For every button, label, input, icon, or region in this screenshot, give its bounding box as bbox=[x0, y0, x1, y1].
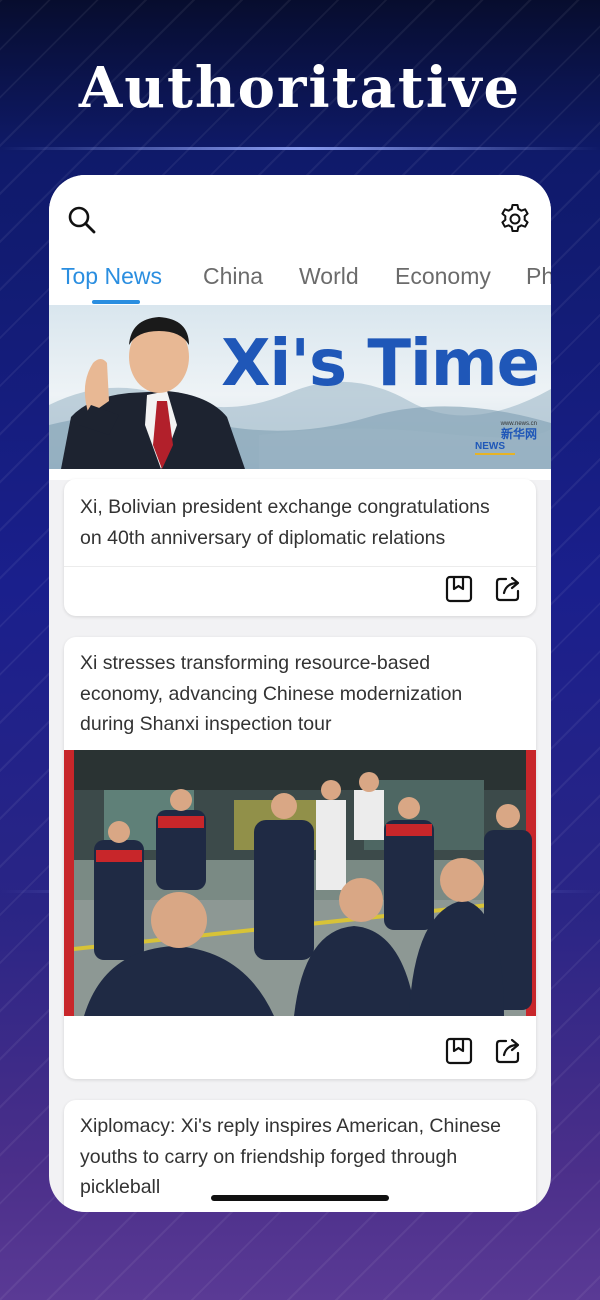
phone-screen: Top News China World Economy Ph Xi's Tim… bbox=[49, 175, 551, 1212]
share-button[interactable] bbox=[494, 575, 522, 603]
tab-china[interactable]: China bbox=[203, 263, 263, 290]
divider bbox=[64, 566, 536, 567]
app-header: Top News China World Economy Ph Xi's Tim… bbox=[49, 175, 551, 480]
factory-photo bbox=[64, 750, 536, 1016]
bookmark-button[interactable] bbox=[445, 575, 473, 603]
tab-economy[interactable]: Economy bbox=[395, 263, 491, 290]
logo-en-text: NEWS bbox=[475, 441, 515, 455]
active-tab-indicator bbox=[92, 300, 140, 304]
search-icon bbox=[68, 206, 96, 234]
tab-world[interactable]: World bbox=[299, 263, 359, 290]
home-indicator[interactable] bbox=[211, 1195, 389, 1201]
settings-button[interactable] bbox=[499, 203, 531, 235]
search-button[interactable] bbox=[67, 205, 97, 235]
tab-top-news[interactable]: Top News bbox=[61, 263, 162, 290]
promo-headline: Authoritative bbox=[78, 55, 522, 121]
xinhua-logo: www.news.cn 新华网 NEWS bbox=[475, 421, 537, 459]
share-icon bbox=[495, 576, 520, 602]
bookmark-icon bbox=[445, 1037, 473, 1065]
news-card-image[interactable] bbox=[64, 750, 536, 1016]
news-card[interactable]: Xi, Bolivian president exchange congratu… bbox=[64, 479, 536, 616]
news-card-title[interactable]: Xi, Bolivian president exchange congratu… bbox=[80, 492, 516, 553]
tab-photos[interactable]: Ph bbox=[526, 263, 551, 290]
news-card-title[interactable]: Xiplomacy: Xi's reply inspires American,… bbox=[80, 1111, 516, 1203]
featured-banner[interactable]: Xi's Time www.news.cn 新华网 NEWS bbox=[49, 305, 551, 469]
share-button[interactable] bbox=[494, 1037, 522, 1065]
bookmark-button[interactable] bbox=[445, 1037, 473, 1065]
share-icon bbox=[495, 1038, 520, 1064]
logo-cn-text: 新华网 bbox=[500, 427, 537, 441]
glow-line bbox=[0, 147, 600, 150]
news-card-title[interactable]: Xi stresses transforming resource-based … bbox=[80, 648, 516, 740]
banner-title: Xi's Time bbox=[221, 327, 540, 401]
bookmark-icon bbox=[445, 575, 473, 603]
news-card[interactable]: Xi stresses transforming resource-based … bbox=[64, 637, 536, 1079]
gear-icon bbox=[501, 204, 529, 232]
